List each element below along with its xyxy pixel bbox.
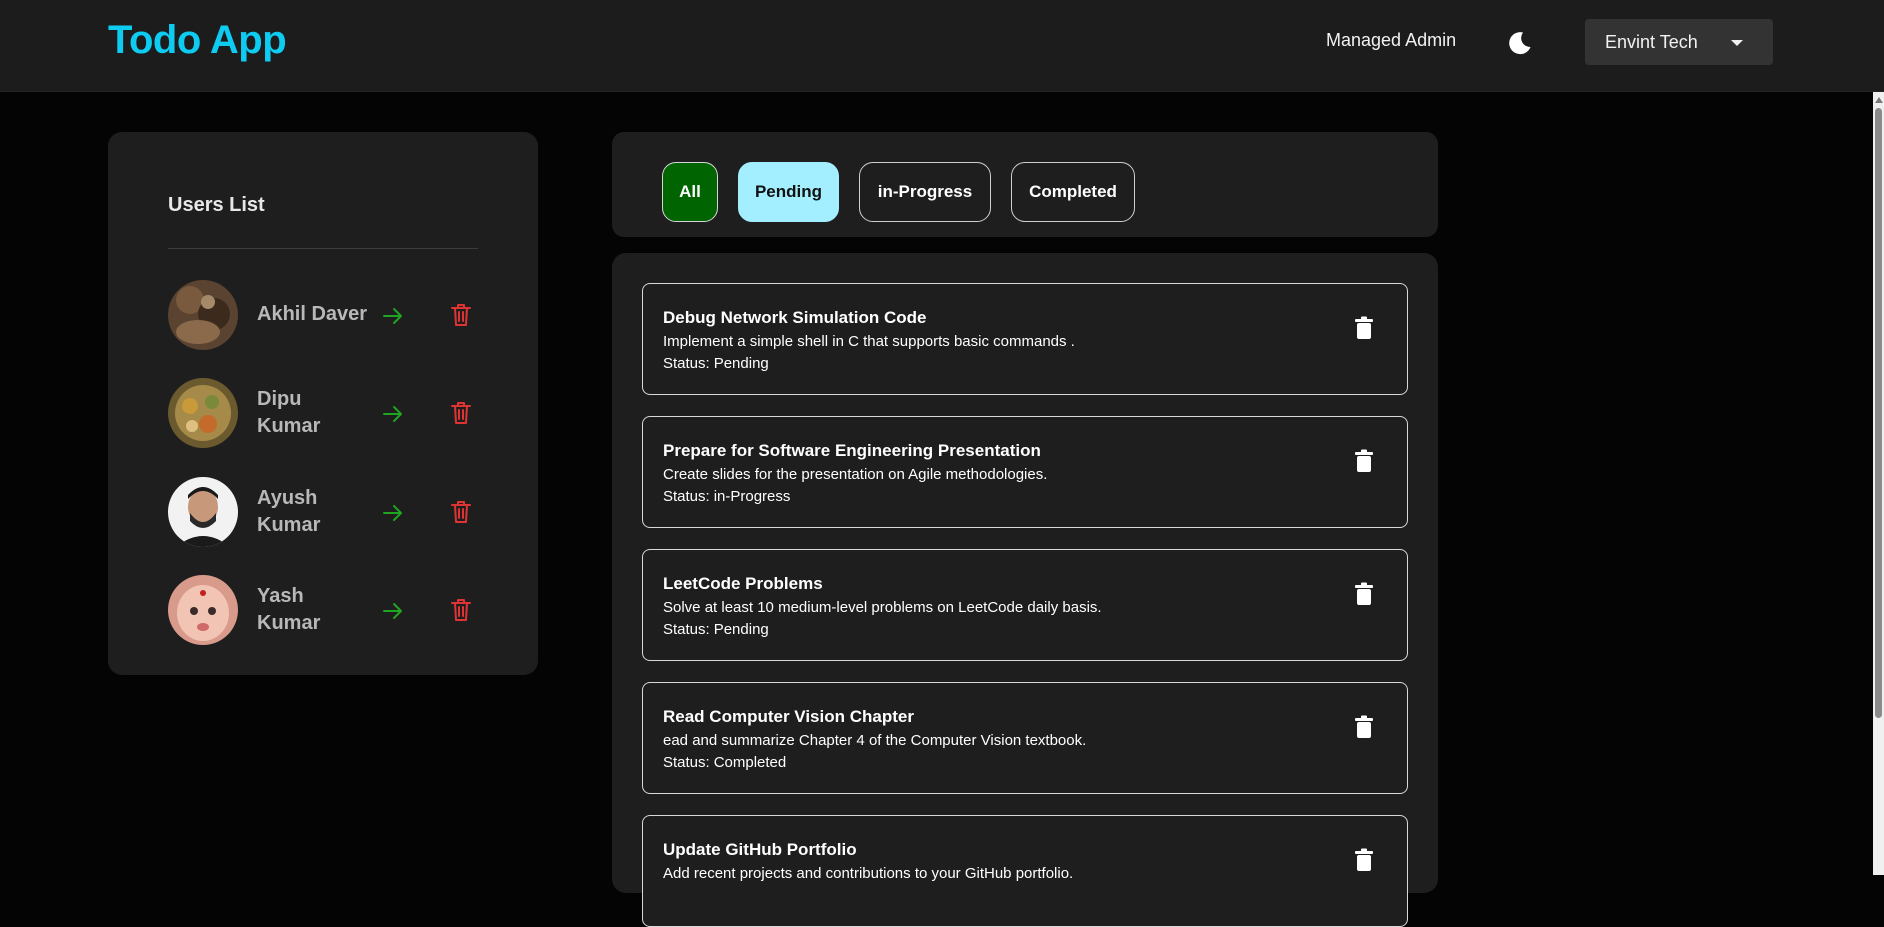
- todo-card[interactable]: Update GitHub Portfolio Add recent proje…: [642, 815, 1408, 927]
- todo-description: Add recent projects and contributions to…: [663, 865, 1074, 882]
- todo-card[interactable]: Read Computer Vision Chapter ead and sum…: [642, 682, 1408, 794]
- trash-icon: [1355, 715, 1373, 738]
- todo-description: ead and summarize Chapter 4 of the Compu…: [663, 732, 1087, 749]
- top-navbar: Todo App Managed Admin Envint Tech: [0, 0, 1884, 92]
- arrow-right-icon: [383, 505, 402, 521]
- todo-list-panel: Debug Network Simulation Code Implement …: [612, 253, 1438, 927]
- view-user-button[interactable]: [380, 303, 406, 329]
- managed-admin-link[interactable]: Managed Admin: [1326, 30, 1456, 51]
- delete-user-button[interactable]: [449, 302, 473, 328]
- arrow-right-icon: [383, 406, 402, 422]
- filter-completed-button[interactable]: Completed: [1011, 162, 1135, 222]
- theme-toggle-button[interactable]: [1504, 27, 1536, 59]
- moon-icon: [1509, 32, 1531, 55]
- status-filter-bar: All Pending in-Progress Completed: [612, 132, 1438, 237]
- delete-user-button[interactable]: [449, 400, 473, 426]
- delete-todo-button[interactable]: [1354, 449, 1374, 473]
- trash-icon: [451, 304, 471, 326]
- delete-todo-button[interactable]: [1354, 848, 1374, 872]
- organization-select-value: Envint Tech: [1605, 32, 1698, 52]
- filter-pending-button[interactable]: Pending: [738, 162, 839, 222]
- todo-title: Prepare for Software Engineering Present…: [663, 441, 1041, 460]
- todo-description: Solve at least 10 medium-level problems …: [663, 599, 1102, 616]
- view-user-button[interactable]: [380, 500, 406, 526]
- trash-icon: [1355, 316, 1373, 339]
- todo-status: Status: Pending: [663, 621, 769, 638]
- users-panel: Users List Akhil Daver Dipu Kumar Ayush …: [108, 132, 538, 675]
- chevron-down-icon: [1731, 40, 1743, 46]
- delete-todo-button[interactable]: [1354, 582, 1374, 606]
- view-user-button[interactable]: [380, 598, 406, 624]
- delete-todo-button[interactable]: [1354, 316, 1374, 340]
- todo-title: LeetCode Problems: [663, 574, 823, 593]
- trash-icon: [451, 501, 471, 523]
- avatar[interactable]: [168, 378, 238, 448]
- view-user-button[interactable]: [380, 401, 406, 427]
- todo-status: Status: Completed: [663, 754, 787, 771]
- users-list-title: Users List: [168, 194, 265, 216]
- filter-in-progress-button[interactable]: in-Progress: [859, 162, 991, 222]
- arrow-right-icon: [383, 308, 402, 324]
- todo-card[interactable]: LeetCode Problems Solve at least 10 medi…: [642, 549, 1408, 661]
- todo-description: Create slides for the presentation on Ag…: [663, 466, 1048, 483]
- scrollbar-thumb[interactable]: [1875, 108, 1882, 718]
- todo-card[interactable]: Prepare for Software Engineering Present…: [642, 416, 1408, 528]
- user-name: Yash Kumar: [257, 585, 321, 634]
- todo-status: Status: Pending: [663, 355, 769, 372]
- todo-description: Implement a simple shell in C that suppo…: [663, 333, 1075, 350]
- user-row: Ayush Kumar: [168, 477, 488, 549]
- user-row: Yash Kumar: [168, 575, 488, 647]
- page-scrollbar[interactable]: [1873, 92, 1884, 875]
- user-row: Akhil Daver: [168, 280, 488, 352]
- todo-title: Update GitHub Portfolio: [663, 840, 857, 859]
- organization-select[interactable]: Envint Tech: [1585, 19, 1773, 65]
- user-name: Ayush Kumar: [257, 487, 321, 536]
- delete-user-button[interactable]: [449, 597, 473, 623]
- scroll-up-arrow-icon[interactable]: [1875, 97, 1883, 103]
- filter-all-button[interactable]: All: [662, 162, 718, 222]
- arrow-right-icon: [383, 603, 402, 619]
- todo-card[interactable]: Debug Network Simulation Code Implement …: [642, 283, 1408, 395]
- user-row: Dipu Kumar: [168, 378, 488, 450]
- user-name: Dipu Kumar: [257, 388, 321, 437]
- app-brand[interactable]: Todo App: [108, 18, 287, 63]
- trash-icon: [451, 402, 471, 424]
- divider: [168, 248, 478, 249]
- trash-icon: [451, 599, 471, 621]
- todo-title: Debug Network Simulation Code: [663, 308, 927, 327]
- avatar[interactable]: [168, 280, 238, 350]
- delete-user-button[interactable]: [449, 499, 473, 525]
- todo-title: Read Computer Vision Chapter: [663, 707, 914, 726]
- delete-todo-button[interactable]: [1354, 715, 1374, 739]
- trash-icon: [1355, 449, 1373, 472]
- user-name: Akhil Daver: [257, 303, 368, 325]
- trash-icon: [1355, 582, 1373, 605]
- avatar[interactable]: [168, 477, 238, 547]
- todo-status: Status: in-Progress: [663, 488, 791, 505]
- trash-icon: [1355, 848, 1373, 871]
- avatar[interactable]: [168, 575, 238, 645]
